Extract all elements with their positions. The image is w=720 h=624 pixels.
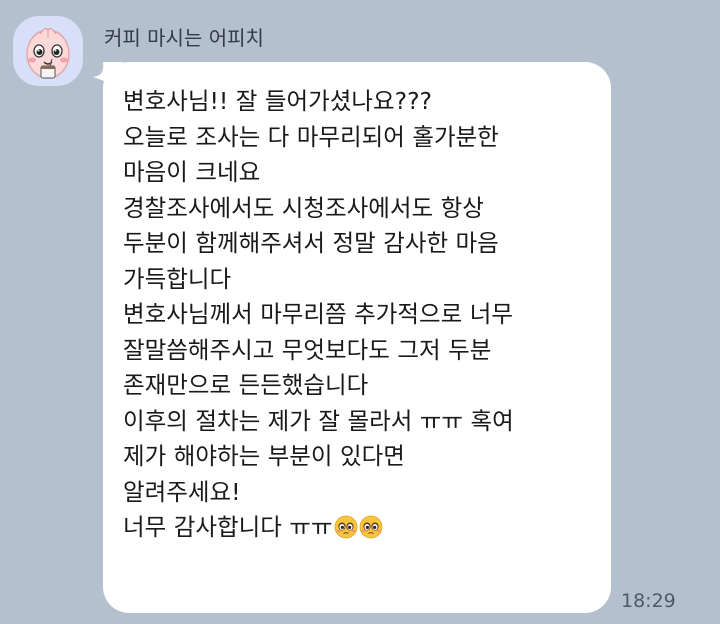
- message-timestamp: 18:29: [621, 590, 676, 612]
- sender-avatar[interactable]: [13, 16, 83, 86]
- message-line: 마음이 크네요: [123, 158, 261, 186]
- message-last-line: 너무 감사합니다 ㅠㅠ: [123, 510, 603, 546]
- sender-name: 커피 마시는 어피치: [104, 26, 264, 50]
- message-line: 제가 해야하는 부분이 있다면: [123, 442, 405, 470]
- message-text: 변호사님!! 잘 들어가셨나요??? 오늘로 조사는 다 마무리되어 홀가분한 …: [123, 84, 603, 546]
- message-line: 잘말씀해주시고 무엇보다도 그저 두분: [123, 335, 492, 364]
- message-line: 존재만으로 든든했습니다: [123, 371, 369, 399]
- message-line: 오늘로 조사는 다 마무리되어 홀가분한: [123, 122, 499, 151]
- pleading-face-emoji: [359, 515, 382, 539]
- message-line: 변호사님께서 마무리쯤 추가적으로 너무: [123, 300, 513, 328]
- message-line: 경찰조사에서도 시청조사에서도 항상: [123, 193, 484, 222]
- apeach-character-icon: [26, 27, 70, 79]
- pleading-face-emoji: [334, 515, 357, 539]
- message-line: 너무 감사합니다 ㅠㅠ: [123, 513, 333, 541]
- message-line: 두분이 함께해주셔서 정말 감사한 마음: [123, 229, 499, 257]
- message-line: 가득합니다: [123, 264, 232, 293]
- message-line: 변호사님!! 잘 들어가셨나요???: [123, 87, 433, 115]
- message-line: 알려주세요!: [123, 477, 241, 506]
- message-line: 이후의 절차는 제가 잘 몰라서 ㅠㅠ 혹여: [123, 406, 514, 435]
